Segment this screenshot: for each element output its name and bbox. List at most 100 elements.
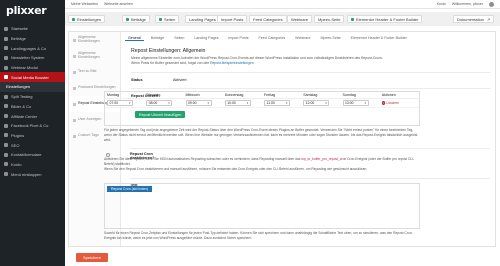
- sidebar-item-label: Konto: [11, 161, 22, 167]
- sidebar-item-label: Newsletter System: [11, 55, 45, 61]
- delete-row-button[interactable]: × Löschen: [381, 101, 419, 105]
- time-select-tuesday[interactable]: 08:00 ▾: [146, 100, 173, 106]
- bottom-help-text: Sowohl für einen Repost Cron-Zeitplan un…: [104, 231, 413, 240]
- tab-label: Import Posts: [221, 16, 244, 22]
- collapse-icon: [4, 172, 8, 177]
- sidebar-item-kontaktformulare[interactable]: Kontaktformulare: [0, 150, 65, 160]
- clock-icon: [73, 86, 76, 90]
- tab-elementor[interactable]: Elementor Header & Footer Builder: [347, 15, 423, 23]
- main-content: Repost Einstellungen: Allgemein Meine al…: [131, 48, 491, 65]
- time-select-monday[interactable]: 07:00 ▾: [107, 100, 133, 106]
- repost-icon: [73, 102, 76, 106]
- status-value: Aktiviert: [173, 78, 187, 82]
- settings-link[interactable]: Repost-Beispieleinstellungen: [210, 61, 254, 65]
- my-sites-link[interactable]: Meine Webseiten: [71, 2, 98, 6]
- sidebar-item-label: Kontaktformulare: [11, 152, 42, 158]
- account-link[interactable]: Konto: [437, 2, 446, 7]
- sidebar-item-konto[interactable]: Konto: [0, 160, 65, 170]
- divider: [131, 88, 491, 89]
- sidebar-item-social-media-booster[interactable]: Social Media Booster: [0, 72, 65, 83]
- sidebar-item-affiliate[interactable]: Affiliate Center: [0, 111, 65, 121]
- check-icon: [351, 17, 354, 21]
- subtab-seiten[interactable]: Seiten: [171, 35, 187, 41]
- seo-icon: [4, 143, 8, 148]
- repost-text-field[interactable]: Repost Cron (std Index): [104, 183, 420, 229]
- sidebar-item-seo[interactable]: SEO: [0, 140, 65, 150]
- subnav-label: Custom Tags: [78, 133, 99, 138]
- subtab-mpeec[interactable]: Mpeec-Seite: [317, 35, 343, 41]
- tab-feed-categories[interactable]: Feed Categories: [249, 15, 287, 23]
- tab-label: Dokumentation: [457, 16, 484, 22]
- plugin-icon: [4, 133, 8, 138]
- admin-bar-right: Konto Willkommen, plixxer: [437, 2, 494, 7]
- sidebar-item-label: Beiträge: [11, 36, 26, 42]
- sidebar-item-collapse[interactable]: Menü einklappen: [0, 169, 65, 179]
- subtab-general[interactable]: General: [125, 35, 144, 41]
- time-select-saturday[interactable]: 12:00 ▾: [303, 100, 330, 106]
- time-value: 08:00: [148, 101, 158, 105]
- tab-dokumentation[interactable]: Dokumentation ↗: [453, 15, 495, 23]
- pin-icon: [4, 36, 8, 41]
- sidebar-item-split-testing[interactable]: Split Testing: [0, 92, 65, 102]
- facebook-icon: [4, 123, 8, 128]
- time-select-friday[interactable]: 11:00 ▾: [264, 100, 290, 106]
- admin-bar-left: Meine Webseiten Webseite ansehen: [71, 2, 133, 6]
- tab-mpeec-seite[interactable]: Mpeec-Seite: [314, 15, 345, 23]
- sidebar-subitem-einstellungen[interactable]: Einstellungen: [0, 82, 65, 92]
- day-header: Montag: [107, 93, 119, 97]
- avatar[interactable]: [489, 2, 494, 7]
- subnav-item[interactable]: Allgemeine Einstellungen: [69, 32, 120, 48]
- sidebar-item-beitraege[interactable]: Beiträge: [0, 34, 65, 44]
- time-select-thursday[interactable]: 10:00 ▾: [224, 100, 251, 106]
- admin-sidebar: plixxer Startseite Beiträge Landingpages…: [0, 0, 65, 266]
- sidebar-item-label: Plugins: [11, 132, 25, 138]
- tab-einstellungen[interactable]: Einstellungen: [68, 15, 106, 23]
- schedule-header: Montag Dienstag Mittwoch Donnerstag Frei…: [105, 92, 419, 99]
- sidebar-item-facebook-pixel[interactable]: Facebook Pixel & Co: [0, 121, 65, 131]
- form-icon: [4, 152, 8, 157]
- sidebar-item-webinar[interactable]: Webinar Modul: [0, 63, 65, 73]
- subtab-landing-pages[interactable]: Landing Pages: [191, 35, 221, 41]
- sidebar-item-newsletter[interactable]: Newsletter System: [0, 53, 65, 63]
- tab-landing-pages[interactable]: Landing Pages: [185, 15, 220, 23]
- subtab-elementor[interactable]: Elementor Header & Footer Builder: [348, 35, 410, 41]
- view-site-link[interactable]: Webseite ansehen: [104, 2, 133, 6]
- sidebar-nav: Startseite Beiträge Landingpages & Co Ne…: [0, 24, 65, 179]
- subtab-import-posts[interactable]: Import Posts: [225, 35, 251, 41]
- sidebar-item-plugins[interactable]: Plugins: [0, 131, 65, 141]
- tab-webinare[interactable]: Webinare: [287, 15, 313, 23]
- mail-icon: [4, 55, 8, 60]
- tab-label: Seiten: [164, 16, 176, 22]
- subtab-feed-categories[interactable]: Feed Categories: [256, 35, 289, 41]
- subnav-item[interactable]: Allgemeine Einstellungen: [69, 48, 120, 64]
- time-value: 09:00: [188, 101, 197, 105]
- sidebar-item-label: Einstellungen: [6, 84, 31, 90]
- day-header: Dienstag: [146, 93, 161, 97]
- subnav-item[interactable]: Text zu Bild: [69, 64, 120, 80]
- cron-note-3: Wenn Sie den Repost Cron deaktivieren un…: [104, 166, 368, 171]
- save-button[interactable]: Speichern: [76, 253, 109, 262]
- day-header: Samstag: [303, 93, 318, 97]
- sidebar-item-label: Startseite: [11, 26, 28, 32]
- time-select-sunday[interactable]: 13:00 ▾: [342, 100, 369, 106]
- insert-tag-button[interactable]: Repost Cron (std Index): [107, 186, 153, 192]
- post-type-tabs: General Beiträge Seiten Landing Pages Im…: [125, 35, 410, 41]
- sidebar-item-label: SEO: [11, 142, 20, 148]
- sidebar-item-bilder[interactable]: Bilder & Co: [0, 102, 65, 112]
- time-select-wednesday[interactable]: 09:00 ▾: [185, 100, 212, 106]
- tab-label: Landing Pages: [189, 16, 216, 22]
- subtab-webinare[interactable]: Webinare: [292, 35, 313, 41]
- tab-import-posts[interactable]: Import Posts: [217, 15, 248, 23]
- add-repost-time-button[interactable]: Repost Uhrzeit hinzufügen: [135, 111, 186, 118]
- welcome-user[interactable]: Willkommen, plixxer: [452, 2, 483, 7]
- sidebar-item-startseite[interactable]: Startseite: [0, 24, 65, 34]
- tab-seiten[interactable]: Seiten: [155, 15, 180, 23]
- check-icon: [159, 17, 162, 21]
- time-value: 12:00: [305, 101, 315, 105]
- image-icon: [73, 70, 76, 74]
- divider: [131, 72, 491, 73]
- subtab-beitraege[interactable]: Beiträge: [148, 35, 167, 41]
- sidebar-item-landingpages[interactable]: Landingpages & Co: [0, 43, 65, 53]
- tab-beitraege[interactable]: Beiträge: [122, 15, 150, 23]
- brand-logo[interactable]: plixxer: [6, 4, 47, 17]
